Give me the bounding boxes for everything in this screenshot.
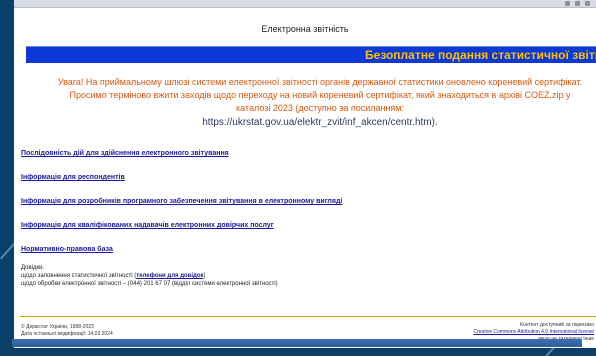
copyright: © Держстат України, 1998-2023	[21, 324, 94, 330]
web-page: Електронна звітність Безоплатне подання …	[14, 8, 596, 348]
notice-text: Увага! На приймальному шлюзі системи еле…	[57, 77, 583, 113]
link-action-sequence[interactable]: Послідовність дій для здійснення електро…	[21, 149, 581, 173]
marquee-banner: Безоплатне подання статистичної звітн	[26, 46, 596, 63]
contact-heading: Довідки:	[21, 265, 45, 271]
browser-toolbar	[14, 0, 596, 8]
last-modified: Дата останньої модифікації: 14.03.2024	[21, 331, 113, 337]
browser-control-icon[interactable]	[575, 1, 580, 6]
browser-control-icon[interactable]	[565, 1, 570, 6]
license-link[interactable]: Creative Commons Attribution 4.0 Interna…	[473, 329, 594, 335]
notice-url[interactable]: https://ukrstat.gov.ua/elektr_zvit/inf_a…	[54, 116, 586, 129]
license-line-1: Контент доступний за ліцензією	[520, 322, 594, 328]
contact-line-2: щодо обробки електронної звітності – (04…	[21, 281, 278, 287]
bottom-bar	[12, 339, 582, 347]
contact-line-1-prefix: щодо заповнення статистичної звітності (	[21, 273, 137, 279]
browser-control-icon[interactable]	[585, 1, 590, 6]
link-respondents-info[interactable]: Інформація для респондентів	[21, 173, 581, 197]
link-developers-info[interactable]: Інформація для розробників програмного з…	[21, 197, 581, 221]
certificate-notice: Увага! На приймальному шлюзі системи еле…	[54, 76, 586, 129]
marquee-text: Безоплатне подання статистичної звітн	[365, 48, 596, 62]
link-trust-service-providers[interactable]: Інформація для кваліфікованих надавачів …	[21, 221, 581, 245]
contact-info: Довідки: щодо заповнення статистичної зв…	[21, 264, 278, 288]
footer-divider	[20, 316, 596, 317]
nav-links: Послідовність дій для здійснення електро…	[21, 149, 581, 269]
contact-line-1: щодо заповнення статистичної звітності (…	[21, 272, 278, 280]
phones-link[interactable]: телефони для довідок	[136, 273, 203, 279]
contact-line-1-suffix: )	[203, 273, 206, 279]
page-title: Електронна звітність	[261, 24, 349, 34]
footer-left: © Держстат України, 1998-2023 Дата остан…	[21, 324, 113, 338]
